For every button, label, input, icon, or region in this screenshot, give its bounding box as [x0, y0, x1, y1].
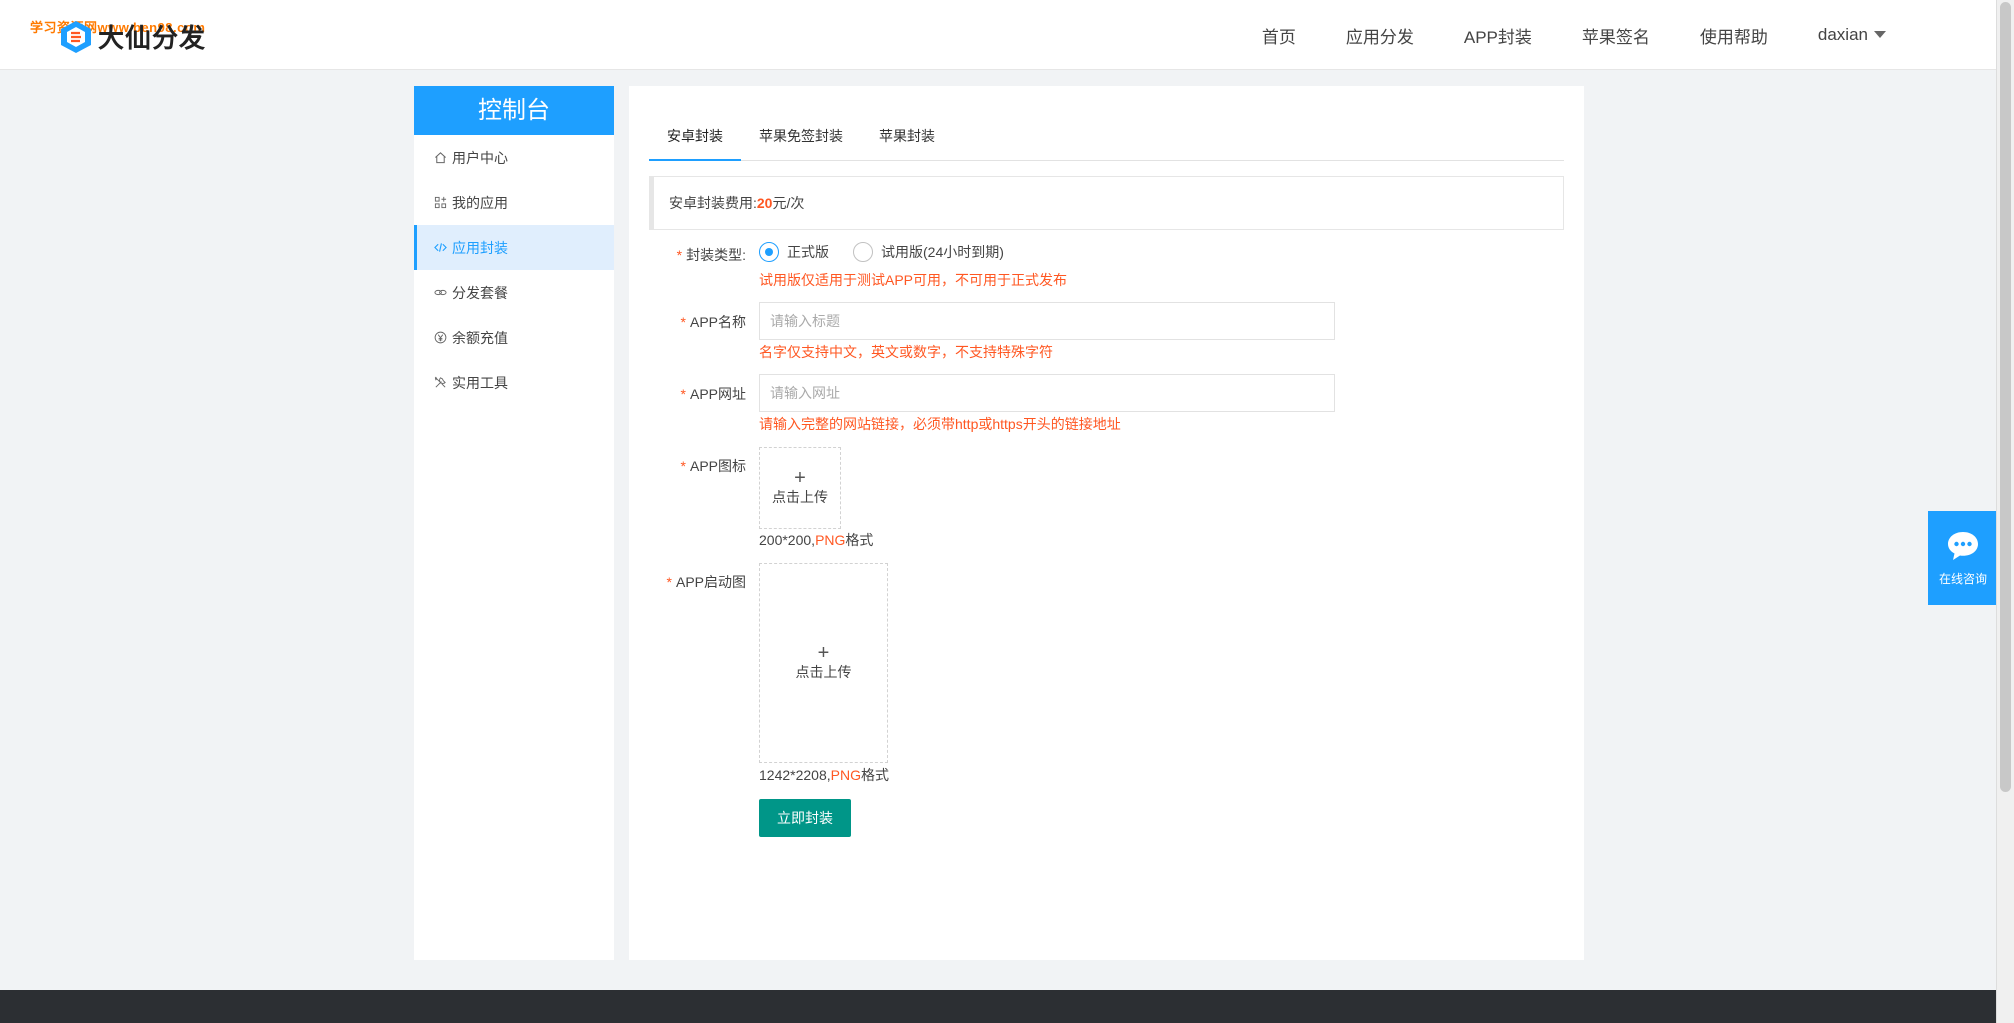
- sidebar-item-label: 分发套餐: [452, 284, 508, 301]
- package-tabs: 安卓封装 苹果免签封装 苹果封装: [649, 106, 1564, 161]
- sidebar-item-my-apps[interactable]: 我的应用: [414, 180, 614, 225]
- fee-amount: 20: [756, 195, 773, 211]
- upload-label: 点击上传: [772, 489, 828, 505]
- tools-icon: [434, 376, 446, 388]
- nav-app-packaging[interactable]: APP封装: [1464, 23, 1532, 48]
- main-card: 安卓封装 苹果免签封装 苹果封装 安卓封装费用:20元/次 * 封装类型: 正式版…: [629, 86, 1584, 960]
- sidebar-item-app-packaging[interactable]: 应用封装: [414, 225, 614, 270]
- radio-trial[interactable]: [853, 242, 873, 262]
- radio-official-label[interactable]: 正式版: [787, 242, 829, 262]
- sidebar-item-user-center[interactable]: 用户中心: [414, 135, 614, 180]
- radio-official[interactable]: [759, 242, 779, 262]
- scrollbar-thumb[interactable]: [2000, 2, 2011, 792]
- radio-trial-label[interactable]: 试用版(24小时到期): [881, 242, 1004, 262]
- plus-icon: +: [817, 642, 830, 664]
- nav-help[interactable]: 使用帮助: [1700, 23, 1768, 48]
- home-icon: [435, 152, 446, 164]
- app-url-hint: 请输入完整的网站链接，必须带http或https开头的链接地址: [759, 416, 1121, 432]
- vertical-scrollbar[interactable]: [1996, 0, 2014, 1023]
- consult-label: 在线咨询: [1938, 571, 1987, 586]
- tab-apple-packaging[interactable]: 苹果封装: [861, 106, 953, 161]
- format-size: 1242*2208,: [759, 767, 831, 783]
- fee-suffix: 元/次: [772, 195, 805, 211]
- apps-icon: [434, 196, 447, 209]
- app-splash-label-text: APP启动图: [675, 574, 746, 590]
- plus-icon: +: [794, 467, 806, 489]
- sidebar-item-tools[interactable]: 实用工具: [414, 360, 614, 405]
- required-mark: *: [666, 574, 672, 590]
- app-url-label: * APP网址: [646, 384, 746, 404]
- app-name-hint: 名字仅支持中文，英文或数字，不支持特殊字符: [759, 344, 1053, 360]
- sidebar-item-label: 我的应用: [452, 194, 508, 211]
- logo-icon: [61, 20, 91, 53]
- format-size: 200*200,: [759, 532, 816, 548]
- app-url-label-text: APP网址: [689, 386, 746, 402]
- format-suffix: 格式: [860, 767, 889, 783]
- caret-down-icon: [1874, 30, 1886, 38]
- sidebar: 控制台 用户中心 我的应用 应用封装 分发套餐 余额充值 实用工具: [414, 86, 614, 960]
- package-type-radio-group: 正式版 试用版(24小时到期): [759, 242, 1028, 262]
- nav-app-distribution[interactable]: 应用分发: [1346, 23, 1414, 48]
- app-icon-upload[interactable]: + 点击上传: [759, 447, 841, 529]
- online-consult-button[interactable]: 在线咨询: [1928, 511, 1998, 605]
- app-url-input[interactable]: [759, 374, 1335, 412]
- sidebar-title: 控制台: [414, 86, 614, 135]
- user-menu[interactable]: daxian: [1818, 25, 1886, 45]
- format-type: PNG: [830, 767, 861, 783]
- sidebar-item-label: 实用工具: [452, 374, 508, 391]
- nav-home[interactable]: 首页: [1262, 23, 1296, 48]
- chat-bubble-icon: [1948, 531, 1978, 560]
- nav-apple-signing[interactable]: 苹果签名: [1582, 23, 1650, 48]
- app-icon-label: * APP图标: [646, 456, 746, 476]
- yen-icon: [434, 331, 447, 344]
- main-nav: 首页 应用分发 APP封装 苹果签名 使用帮助 daxian: [1212, 0, 1886, 70]
- sidebar-item-label: 余额充值: [452, 329, 508, 346]
- app-name-label: * APP名称: [646, 312, 746, 332]
- code-icon: [434, 243, 447, 252]
- sidebar-item-distribution-plans[interactable]: 分发套餐: [414, 270, 614, 315]
- format-suffix: 格式: [845, 532, 874, 548]
- app-name-label-text: APP名称: [689, 314, 746, 330]
- top-header: 学习资源网www.ben98.com 大仙分发 首页 应用分发 APP封装 苹果…: [0, 0, 1996, 70]
- site-logo[interactable]: 大仙分发: [60, 18, 206, 55]
- required-mark: *: [680, 458, 686, 474]
- fee-prefix: 安卓封装费用:: [669, 195, 757, 211]
- fee-notice: 安卓封装费用:20元/次: [649, 176, 1564, 230]
- page-footer: [0, 990, 1996, 1023]
- tab-apple-free-signing-packaging[interactable]: 苹果免签封装: [741, 106, 861, 161]
- app-splash-label: * APP启动图: [646, 572, 746, 592]
- app-splash-format-note: 1242*2208,PNG格式: [759, 765, 889, 785]
- link-icon: [434, 289, 447, 296]
- format-type: PNG: [815, 532, 846, 548]
- package-type-label-text: 封装类型:: [686, 247, 746, 263]
- package-type-label: * 封装类型:: [646, 245, 746, 265]
- submit-package-button[interactable]: 立即封装: [759, 799, 851, 837]
- app-icon-format-note: 200*200,PNG格式: [759, 530, 873, 550]
- tab-android-packaging[interactable]: 安卓封装: [649, 106, 741, 161]
- sidebar-item-balance-recharge[interactable]: 余额充值: [414, 315, 614, 360]
- sidebar-item-label: 应用封装: [452, 239, 508, 256]
- app-name-input[interactable]: [759, 302, 1335, 340]
- required-mark: *: [680, 314, 686, 330]
- sidebar-item-label: 用户中心: [452, 149, 508, 166]
- required-mark: *: [676, 247, 683, 263]
- package-type-hint: 试用版仅适用于测试APP可用，不可用于正式发布: [759, 272, 1068, 288]
- required-mark: *: [680, 386, 686, 402]
- app-splash-upload[interactable]: + 点击上传: [759, 563, 888, 763]
- app-icon-label-text: APP图标: [689, 458, 746, 474]
- upload-label: 点击上传: [795, 664, 852, 680]
- user-name: daxian: [1817, 25, 1868, 44]
- logo-text: 大仙分发: [98, 23, 207, 53]
